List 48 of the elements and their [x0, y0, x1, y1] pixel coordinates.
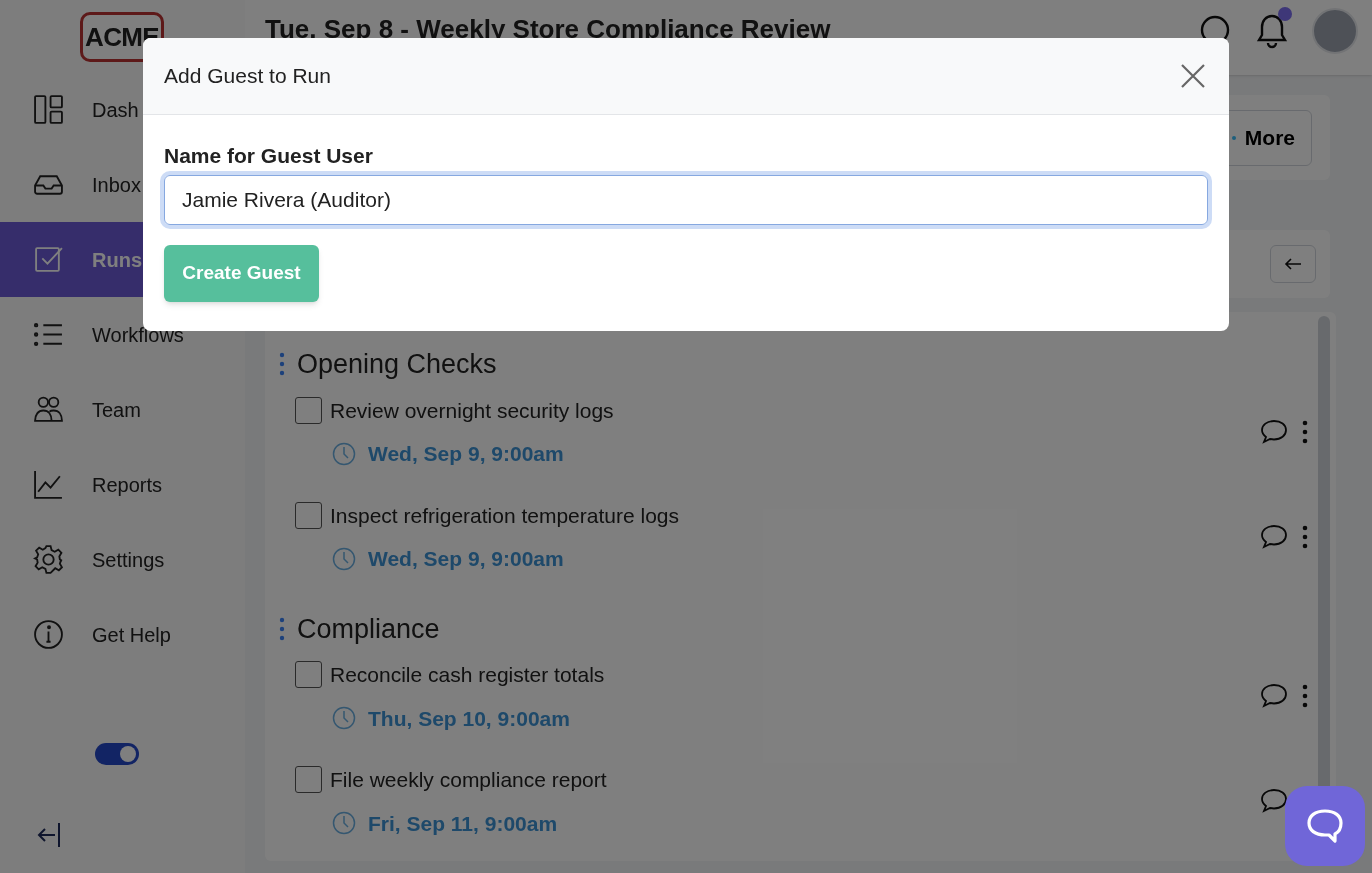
- close-icon: [1181, 64, 1205, 88]
- arrow-left-icon: [1284, 258, 1302, 270]
- task-checkbox[interactable]: [295, 396, 322, 424]
- info-icon: [33, 619, 64, 650]
- line-chart-icon: [33, 469, 64, 500]
- clock-icon: [332, 546, 356, 571]
- drag-handle-icon[interactable]: [279, 616, 285, 641]
- comment-icon[interactable]: [1260, 523, 1288, 550]
- drag-handle-icon[interactable]: [279, 352, 285, 377]
- people-icon: [33, 394, 64, 425]
- comment-icon[interactable]: [1260, 418, 1288, 445]
- sidebar-item[interactable]: Settings: [0, 522, 245, 597]
- collapse-sidebar-icon[interactable]: [37, 822, 61, 848]
- kebab-menu-icon[interactable]: [1302, 419, 1308, 444]
- task-checkbox[interactable]: [295, 661, 322, 689]
- back-button[interactable]: [1270, 245, 1316, 283]
- sidebar-item[interactable]: Get Help: [0, 597, 245, 672]
- due-date[interactable]: Fri, Sep 11, 9:00am: [368, 807, 558, 839]
- task-checkbox[interactable]: [295, 766, 322, 794]
- kebab-menu-icon[interactable]: [1302, 524, 1308, 549]
- due-date[interactable]: Wed, Sep 9, 9:00am: [368, 438, 564, 470]
- layout-icon: [33, 94, 64, 125]
- dialog-title: Add Guest to Run: [164, 63, 331, 90]
- settings-icon: [33, 544, 64, 575]
- chat-launcher-button[interactable]: [1285, 786, 1365, 866]
- kebab-menu-icon[interactable]: [1302, 684, 1308, 708]
- clock-icon: [332, 441, 356, 466]
- sidebar-item[interactable]: Reports: [0, 447, 245, 522]
- due-date[interactable]: Thu, Sep 10, 9:00am: [368, 702, 570, 734]
- notifications-bell-icon[interactable]: [1256, 13, 1288, 49]
- close-button[interactable]: [1179, 62, 1207, 90]
- due-date[interactable]: Wed, Sep 9, 9:00am: [368, 543, 564, 575]
- comment-icon[interactable]: [1260, 683, 1288, 709]
- toggle-switch[interactable]: [95, 743, 139, 765]
- field-label: Name for Guest User: [164, 145, 374, 166]
- task-label: Inspect refrigeration temperature logs: [330, 502, 679, 529]
- clock-icon: [332, 811, 356, 836]
- task-label: File weekly compliance report: [330, 767, 607, 793]
- task-label: Reconcile cash register totals: [330, 662, 605, 688]
- sidebar-item[interactable]: Team: [0, 372, 245, 447]
- checkbox-icon: [33, 244, 64, 275]
- task-label: Review overnight security logs: [330, 397, 614, 424]
- section-title: Compliance: [297, 612, 440, 646]
- section-title: Opening Checks: [297, 348, 497, 381]
- chat-bubble-icon: [1306, 808, 1344, 844]
- task-checkbox[interactable]: [295, 501, 322, 529]
- comment-icon[interactable]: [1260, 788, 1288, 814]
- clock-icon: [332, 706, 356, 731]
